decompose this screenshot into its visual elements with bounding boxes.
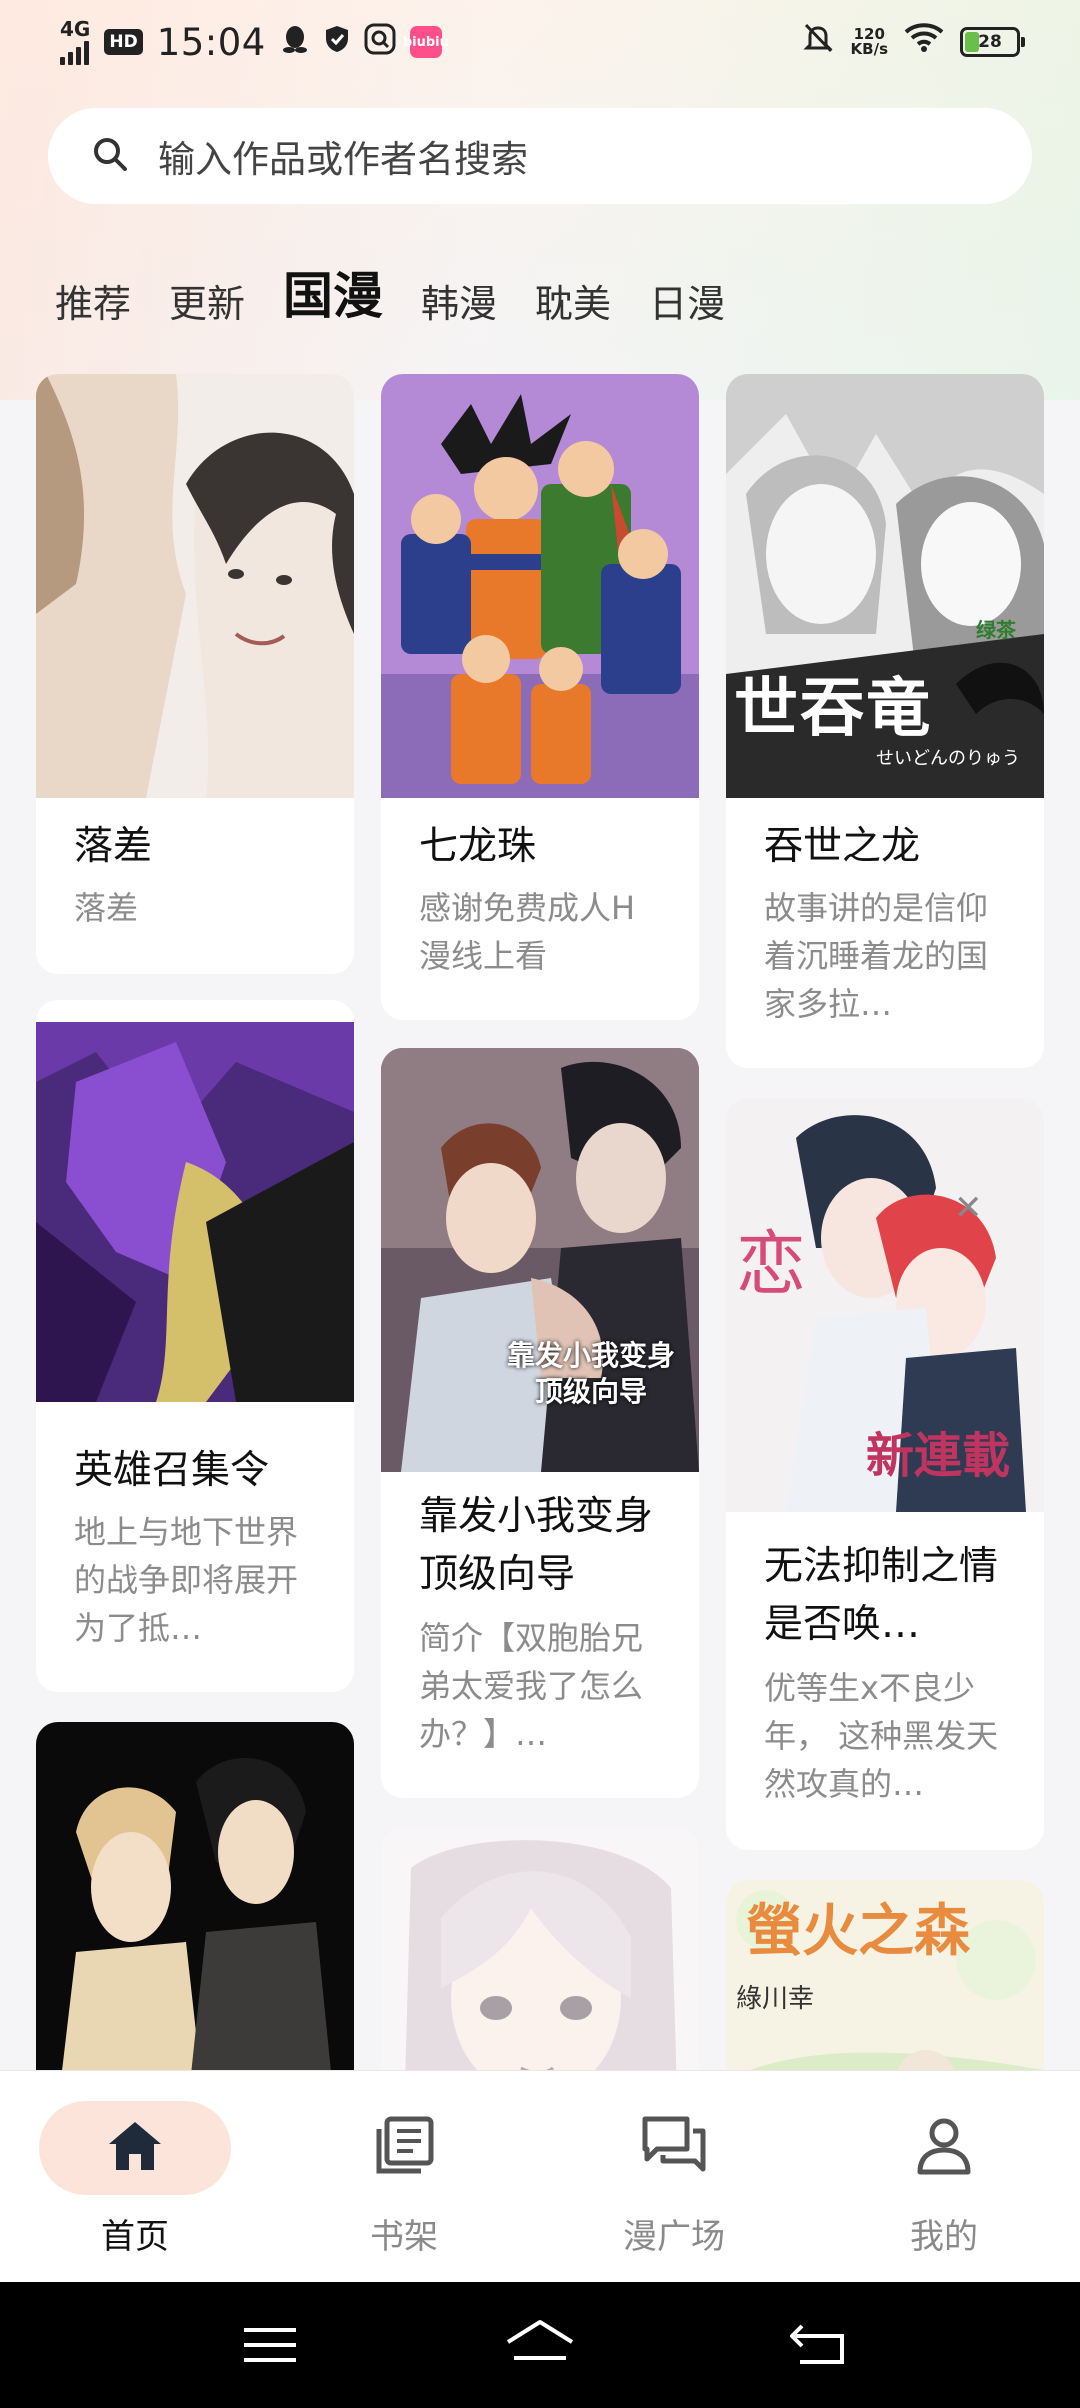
chat-icon bbox=[641, 2115, 707, 2181]
manga-cover-image bbox=[381, 1828, 699, 2070]
cover-author-overlay: 綠川幸 bbox=[736, 1984, 815, 2014]
profile-icon bbox=[915, 2116, 973, 2180]
manga-cover-image: 靠发小我变身顶级向导 bbox=[381, 1048, 699, 1472]
nav-plaza-pill bbox=[578, 2101, 770, 2195]
nav-bookshelf-label: 书架 bbox=[370, 2217, 438, 2257]
manga-title: 无法抑制之情是否唤… bbox=[764, 1544, 999, 1647]
back-icon[interactable] bbox=[780, 2312, 860, 2378]
nav-plaza-label: 漫广场 bbox=[623, 2217, 725, 2257]
close-icon[interactable]: ✕ bbox=[954, 1188, 983, 1228]
nav-profile[interactable]: 我的 bbox=[844, 2101, 1044, 2261]
manga-card[interactable]: 恋 新連載 ✕ 无法抑制之情是否唤… 优等生x不良少年， 这种黑发天然攻真的… bbox=[726, 1098, 1044, 1850]
manga-description: 地上与地下世界的战争即将展开 为了抵… bbox=[74, 1513, 299, 1647]
bookshelf-icon bbox=[373, 2115, 435, 2181]
manga-title: 七龙珠 bbox=[419, 824, 537, 869]
manga-card[interactable] bbox=[381, 1828, 699, 2070]
cover-brand-overlay: 绿茶 bbox=[976, 618, 1016, 642]
svg-text:恋: 恋 bbox=[736, 1223, 806, 1305]
manga-description: 感谢免费成人H漫线上看 bbox=[419, 889, 636, 975]
manga-card[interactable]: 螢火之森 綠川幸 bbox=[726, 1880, 1044, 2070]
cover-title-overlay: 靠发小我变身顶级向导 bbox=[506, 1339, 675, 1408]
nav-home-pill bbox=[39, 2101, 231, 2195]
manga-cover-image bbox=[36, 374, 354, 798]
manga-cover-image bbox=[36, 1022, 354, 1402]
cover-title-overlay: 新連載 bbox=[866, 1428, 1011, 1484]
nav-home-label: 首页 bbox=[101, 2217, 169, 2257]
manga-cover-image bbox=[36, 1722, 354, 2070]
system-navigation-bar bbox=[0, 2282, 1080, 2408]
home-icon bbox=[105, 2118, 165, 2178]
manga-card[interactable]: 靠发小我变身顶级向导 靠发小我变身顶级向导 简介【双胞胎兄弟太爱我了怎么办？】… bbox=[381, 1048, 699, 1798]
manga-cover-image: 世吞竜 せいどんのりゅう 绿茶 bbox=[726, 374, 1044, 798]
manga-title: 落差 bbox=[74, 824, 153, 869]
manga-description: 简介【双胞胎兄弟太爱我了怎么办？】… bbox=[419, 1619, 644, 1753]
nav-home[interactable]: 首页 bbox=[35, 2101, 235, 2261]
manga-description: 优等生x不良少年， 这种黑发天然攻真的… bbox=[764, 1669, 999, 1803]
manga-title: 靠发小我变身顶级向导 bbox=[419, 1494, 654, 1597]
manga-card[interactable]: 英雄召集令 地上与地下世界的战争即将展开 为了抵… bbox=[36, 1000, 354, 1692]
nav-profile-label: 我的 bbox=[910, 2217, 978, 2257]
manga-title: 吞世之龙 bbox=[764, 824, 921, 869]
app-page: 4G HD 15:04 biubiu 120 KB/s 28 输入作品或作者名搜… bbox=[0, 0, 1080, 2408]
manga-cover-image: 恋 新連載 ✕ bbox=[726, 1098, 1044, 1512]
cover-title-overlay: 螢火之森 bbox=[746, 1899, 970, 1964]
manga-card[interactable]: 落差 落差 bbox=[36, 374, 354, 974]
manga-grid: 落差 落差 英雄召集令 地上与地下世界的战争即将展开 为了抵… 七龙珠 感谢免费… bbox=[0, 0, 1080, 2070]
menu-icon[interactable] bbox=[230, 2312, 310, 2378]
manga-title: 英雄召集令 bbox=[74, 1448, 270, 1493]
nav-bookshelf-pill bbox=[308, 2101, 500, 2195]
cover-title-overlay: 世吞竜 bbox=[734, 672, 932, 746]
cover-subtitle-overlay: せいどんのりゅう bbox=[876, 748, 1020, 769]
manga-cover-image: 螢火之森 綠川幸 bbox=[726, 1880, 1044, 2070]
manga-cover-image bbox=[381, 374, 699, 798]
nav-profile-pill bbox=[848, 2101, 1040, 2195]
manga-card[interactable]: 七龙珠 感谢免费成人H漫线上看 bbox=[381, 374, 699, 1020]
home-button-icon[interactable] bbox=[500, 2312, 580, 2378]
bottom-navigation: 首页 书架 漫广场 我的 bbox=[0, 2070, 1080, 2282]
nav-plaza[interactable]: 漫广场 bbox=[574, 2101, 774, 2261]
nav-bookshelf[interactable]: 书架 bbox=[304, 2101, 504, 2261]
manga-description: 落差 bbox=[74, 889, 139, 927]
manga-description: 故事讲的是信仰着沉睡着龙的国家多拉… bbox=[764, 889, 989, 1023]
manga-card[interactable] bbox=[36, 1722, 354, 2070]
manga-card[interactable]: 世吞竜 せいどんのりゅう 绿茶 吞世之龙 故事讲的是信仰着沉睡着龙的国家多拉… bbox=[726, 374, 1044, 1068]
